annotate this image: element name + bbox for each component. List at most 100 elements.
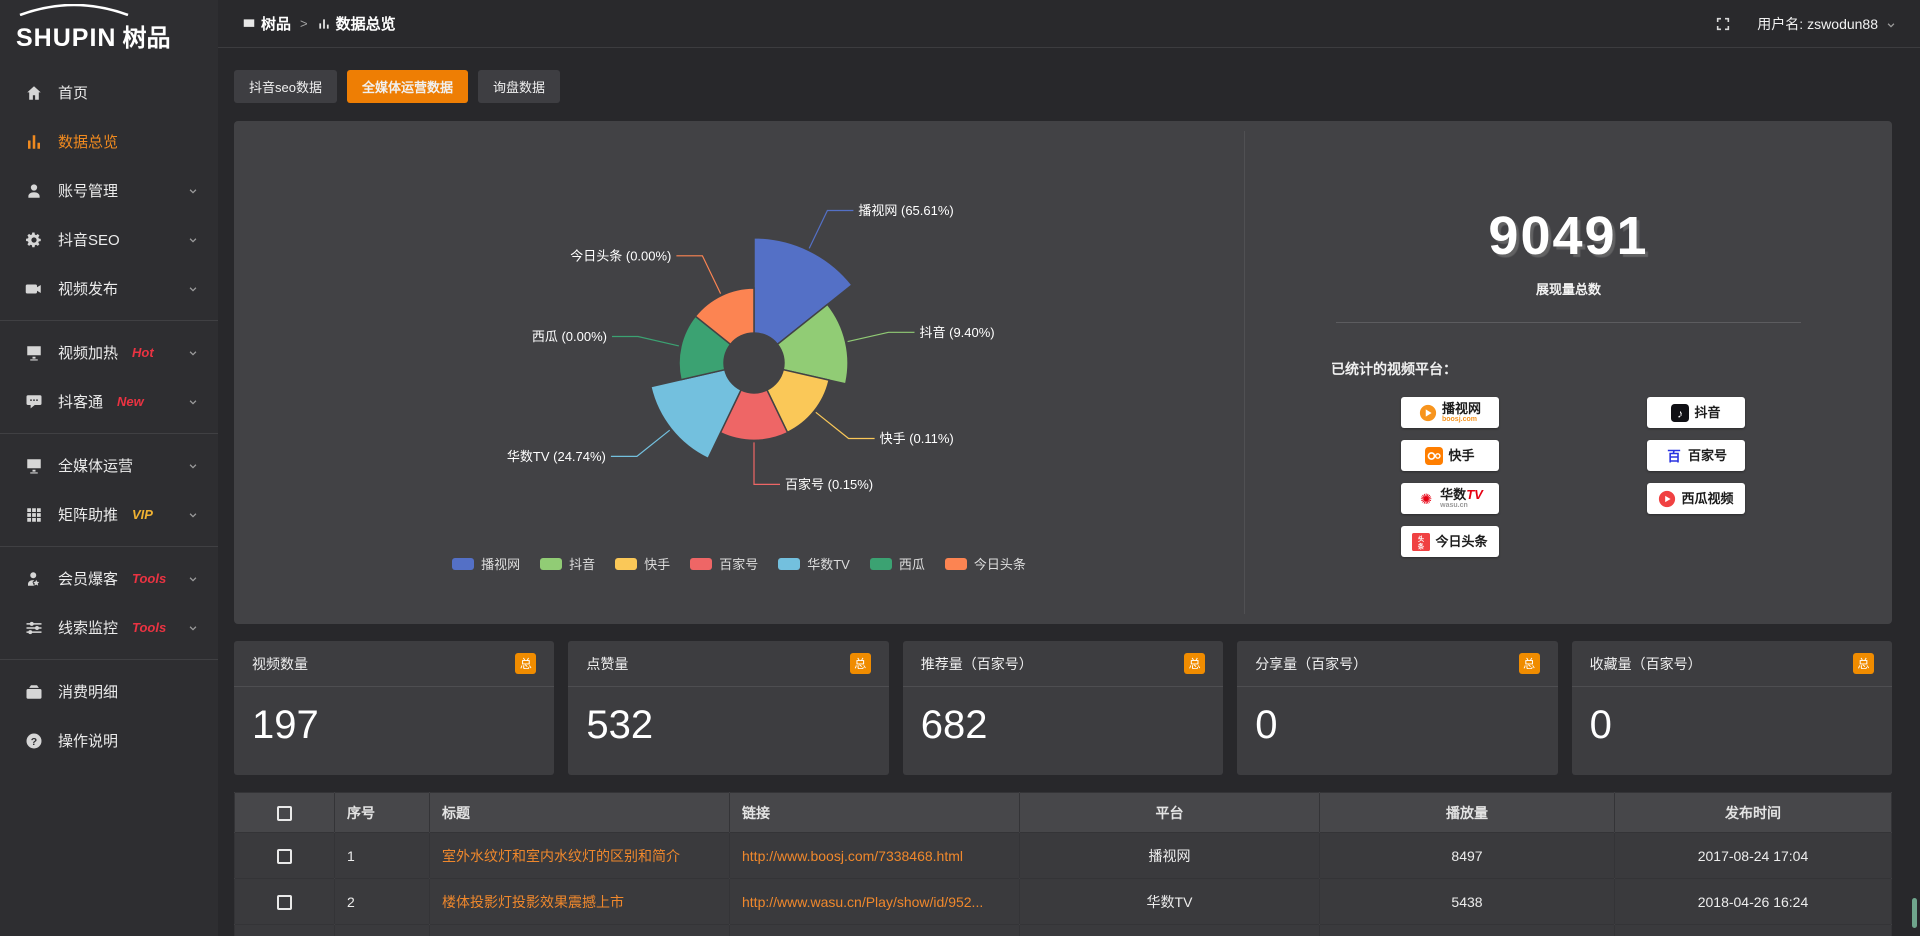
tab-抖音seo数据[interactable]: 抖音seo数据 bbox=[234, 70, 337, 103]
platform-badge-华数TV[interactable]: ✺华数TVwasu.cn bbox=[1401, 483, 1499, 514]
pie-label-line bbox=[676, 256, 720, 294]
platform-name-wrap: 抖音 bbox=[1694, 406, 1720, 419]
chevron-down-icon bbox=[188, 284, 198, 294]
stat-card-value: 0 bbox=[1572, 687, 1892, 748]
row-checkbox[interactable] bbox=[277, 849, 292, 864]
svg-text:条: 条 bbox=[1418, 541, 1425, 550]
rose-pie-chart[interactable]: 播视网 (65.61%)抖音 (9.40%)快手 (0.11%)百家号 (0.1… bbox=[234, 123, 1244, 551]
cell-empty bbox=[730, 925, 1020, 936]
platform-badge-今日头条[interactable]: 头条今日头条 bbox=[1401, 526, 1499, 557]
sidebar-divider bbox=[0, 546, 218, 547]
legend-item-西瓜[interactable]: 西瓜 bbox=[870, 554, 925, 573]
stat-card-header: 收藏量（百家号） 总 bbox=[1572, 641, 1892, 687]
stat-card-total-badge[interactable]: 总 bbox=[1184, 653, 1205, 674]
legend-item-今日头条[interactable]: 今日头条 bbox=[945, 554, 1026, 573]
cell-link[interactable]: http://www.boosj.com/7338468.html bbox=[730, 833, 1020, 879]
chevron-down-icon bbox=[188, 510, 198, 520]
cell-platform: 华数TV bbox=[1020, 879, 1320, 925]
heat-icon bbox=[25, 344, 43, 362]
sidebar-item-视频发布[interactable]: 视频发布 bbox=[0, 264, 218, 313]
sidebar-item-抖音SEO[interactable]: 抖音SEO bbox=[0, 215, 218, 264]
cell-link[interactable]: http://www.wasu.cn/Play/show/id/952... bbox=[730, 879, 1020, 925]
cell-empty bbox=[1615, 925, 1892, 936]
sidebar-item-数据总览[interactable]: 数据总览 bbox=[0, 117, 218, 166]
sliders-icon bbox=[25, 619, 43, 637]
cell-title[interactable]: 楼体投影灯投影效果震撼上市 bbox=[430, 879, 730, 925]
breadcrumb-item-current[interactable]: 数据总览 bbox=[317, 13, 396, 34]
tab-全媒体运营数据[interactable]: 全媒体运营数据 bbox=[347, 70, 468, 103]
stat-card-视频数量: 视频数量 总 197 bbox=[234, 641, 554, 775]
cell-published: 2017-08-24 17:04 bbox=[1615, 833, 1892, 879]
scrollbar-thumb[interactable] bbox=[1912, 898, 1917, 928]
legend-item-播视网[interactable]: 播视网 bbox=[452, 554, 520, 573]
sidebar-badge-tools: Tools bbox=[132, 620, 166, 635]
platform-name: 百家号 bbox=[1688, 449, 1727, 462]
stat-card-total-badge[interactable]: 总 bbox=[515, 653, 536, 674]
sidebar-item-label: 抖音SEO bbox=[58, 229, 120, 250]
sidebar-item-label: 矩阵助推 bbox=[58, 504, 118, 525]
sidebar-item-会员爆客[interactable]: 会员爆客Tools bbox=[0, 554, 218, 603]
sidebar-item-操作说明[interactable]: ?操作说明 bbox=[0, 716, 218, 765]
legend-label: 百家号 bbox=[719, 554, 758, 573]
legend-swatch bbox=[945, 558, 967, 570]
pie-label-抖音: 抖音 (9.40%) bbox=[920, 325, 995, 340]
platform-badge-抖音[interactable]: ♪抖音 bbox=[1647, 397, 1745, 428]
platforms-label: 已统计的视频平台： bbox=[1331, 359, 1892, 379]
breadcrumb-item-home[interactable]: 树品 bbox=[242, 13, 291, 34]
select-all-checkbox[interactable] bbox=[277, 806, 292, 821]
stat-card-total-badge[interactable]: 总 bbox=[1853, 653, 1874, 674]
pie-slice-华数TV[interactable] bbox=[651, 370, 741, 459]
sidebar-item-抖客通[interactable]: 抖客通New bbox=[0, 377, 218, 426]
legend-item-快手[interactable]: 快手 bbox=[615, 554, 670, 573]
stat-card-分享量（百家号）: 分享量（百家号） 总 0 bbox=[1237, 641, 1557, 775]
summary-section: 90491 展现量总数 已统计的视频平台： 播视网boosj.com 快手 ✺华数T… bbox=[1245, 121, 1892, 624]
screen-icon bbox=[242, 17, 256, 31]
stat-card-total-badge[interactable]: 总 bbox=[850, 653, 871, 674]
stat-card-点赞量: 点赞量 总 532 bbox=[568, 641, 888, 775]
legend-item-百家号[interactable]: 百家号 bbox=[690, 554, 758, 573]
pie-label-今日头条: 今日头条 (0.00%) bbox=[570, 248, 671, 263]
platform-name-wrap: 西瓜视频 bbox=[1681, 492, 1733, 505]
user-icon bbox=[25, 182, 43, 200]
column-header-序号: 序号 bbox=[335, 793, 430, 833]
cell-select bbox=[235, 833, 335, 879]
sidebar-item-账号管理[interactable]: 账号管理 bbox=[0, 166, 218, 215]
platform-name: 快手 bbox=[1448, 449, 1474, 462]
sidebar-item-矩阵助推[interactable]: 矩阵助推 VIP bbox=[0, 490, 218, 539]
platform-badge-快手[interactable]: 快手 bbox=[1401, 440, 1499, 471]
gear-icon bbox=[25, 231, 43, 249]
column-header-select bbox=[235, 793, 335, 833]
sidebar-item-消费明细[interactable]: 消费明细 bbox=[0, 667, 218, 716]
sidebar-badge-vip: VIP bbox=[132, 507, 153, 522]
grid-icon bbox=[25, 506, 43, 524]
total-impressions-value: 90491 bbox=[1245, 205, 1892, 267]
chevron-down-icon bbox=[188, 235, 198, 245]
chevron-down-icon bbox=[188, 574, 198, 584]
platform-name: 华数TV bbox=[1440, 488, 1483, 501]
fullscreen-icon[interactable] bbox=[1715, 16, 1731, 32]
platform-badge-西瓜视频[interactable]: 西瓜视频 bbox=[1647, 483, 1745, 514]
user-menu[interactable]: 用户名: zswodun88 bbox=[1757, 14, 1896, 34]
platform-badge-播视网[interactable]: 播视网boosj.com bbox=[1401, 397, 1499, 428]
tab-询盘数据[interactable]: 询盘数据 bbox=[478, 70, 560, 103]
platform-badge-百家号[interactable]: 百百家号 bbox=[1647, 440, 1745, 471]
cell-title[interactable]: 室外水纹灯和室内水纹灯的区别和简介 bbox=[430, 833, 730, 879]
chevron-down-icon bbox=[188, 623, 198, 633]
sidebar-item-线索监控[interactable]: 线索监控Tools bbox=[0, 603, 218, 652]
stat-card-title: 推荐量（百家号） bbox=[921, 654, 1033, 674]
platform-name-wrap: 今日头条 bbox=[1435, 535, 1487, 548]
sidebar-item-label: 首页 bbox=[58, 82, 88, 103]
app-logo[interactable]: SHUPIN 树品 bbox=[0, 0, 218, 58]
sidebar-item-全媒体运营[interactable]: 全媒体运营 bbox=[0, 441, 218, 490]
stat-card-total-badge[interactable]: 总 bbox=[1519, 653, 1540, 674]
total-impressions-label: 展现量总数 bbox=[1245, 279, 1892, 298]
column-header-链接: 链接 bbox=[730, 793, 1020, 833]
sidebar-item-视频加热[interactable]: 视频加热Hot bbox=[0, 328, 218, 377]
legend-item-抖音[interactable]: 抖音 bbox=[540, 554, 595, 573]
legend-swatch bbox=[540, 558, 562, 570]
row-checkbox[interactable] bbox=[277, 895, 292, 910]
sidebar-item-首页[interactable]: 首页 bbox=[0, 68, 218, 117]
pie-label-西瓜: 西瓜 (0.00%) bbox=[532, 329, 607, 344]
legend-item-华数TV[interactable]: 华数TV bbox=[778, 554, 850, 573]
breadcrumb-separator: > bbox=[300, 16, 308, 31]
